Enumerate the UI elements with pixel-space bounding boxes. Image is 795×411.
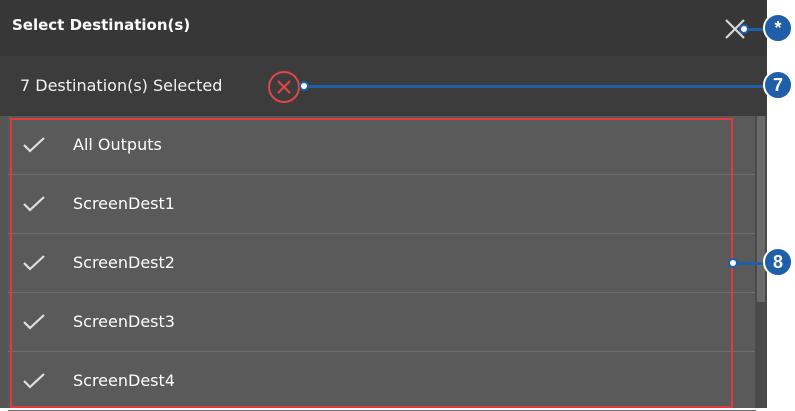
callout-dot-clear (299, 81, 309, 91)
list-item-label: ScreenDest2 (73, 253, 175, 272)
dialog-title: Select Destination(s) (12, 16, 191, 34)
checkmark-icon (23, 373, 45, 389)
clear-selection-icon (277, 80, 291, 94)
list-item-label: ScreenDest3 (73, 312, 175, 331)
callout-dot-close (739, 24, 749, 34)
list-item-label: ScreenDest1 (73, 194, 175, 213)
list-item-all-outputs[interactable]: All Outputs (8, 116, 756, 175)
callout-line-clear (305, 85, 773, 88)
list-item-screendest2[interactable]: ScreenDest2 (8, 234, 756, 293)
destination-list: All Outputs ScreenDest1 ScreenDest2 Scre… (8, 116, 756, 411)
dialog-titlebar: Select Destination(s) (0, 0, 767, 56)
callout-dot-list (728, 258, 738, 268)
callout-badge-close: * (763, 13, 793, 43)
clear-selection-button[interactable] (268, 71, 300, 103)
list-item-label: ScreenDest4 (73, 371, 175, 390)
select-destinations-dialog: Select Destination(s) 7 Destination(s) S… (0, 0, 767, 411)
selected-count-text: 7 Destination(s) Selected (20, 76, 223, 95)
callout-badge-clear: 7 (763, 70, 793, 100)
checkmark-icon (23, 196, 45, 212)
scrollbar-thumb[interactable] (757, 116, 765, 302)
list-item-screendest3[interactable]: ScreenDest3 (8, 293, 756, 352)
list-item-screendest4[interactable]: ScreenDest4 (8, 352, 756, 411)
checkmark-icon (23, 255, 45, 271)
checkmark-icon (23, 314, 45, 330)
list-item-screendest1[interactable]: ScreenDest1 (8, 175, 756, 234)
checkmark-icon (23, 137, 45, 153)
list-item-label: All Outputs (73, 135, 162, 154)
callout-badge-list: 8 (763, 247, 793, 277)
